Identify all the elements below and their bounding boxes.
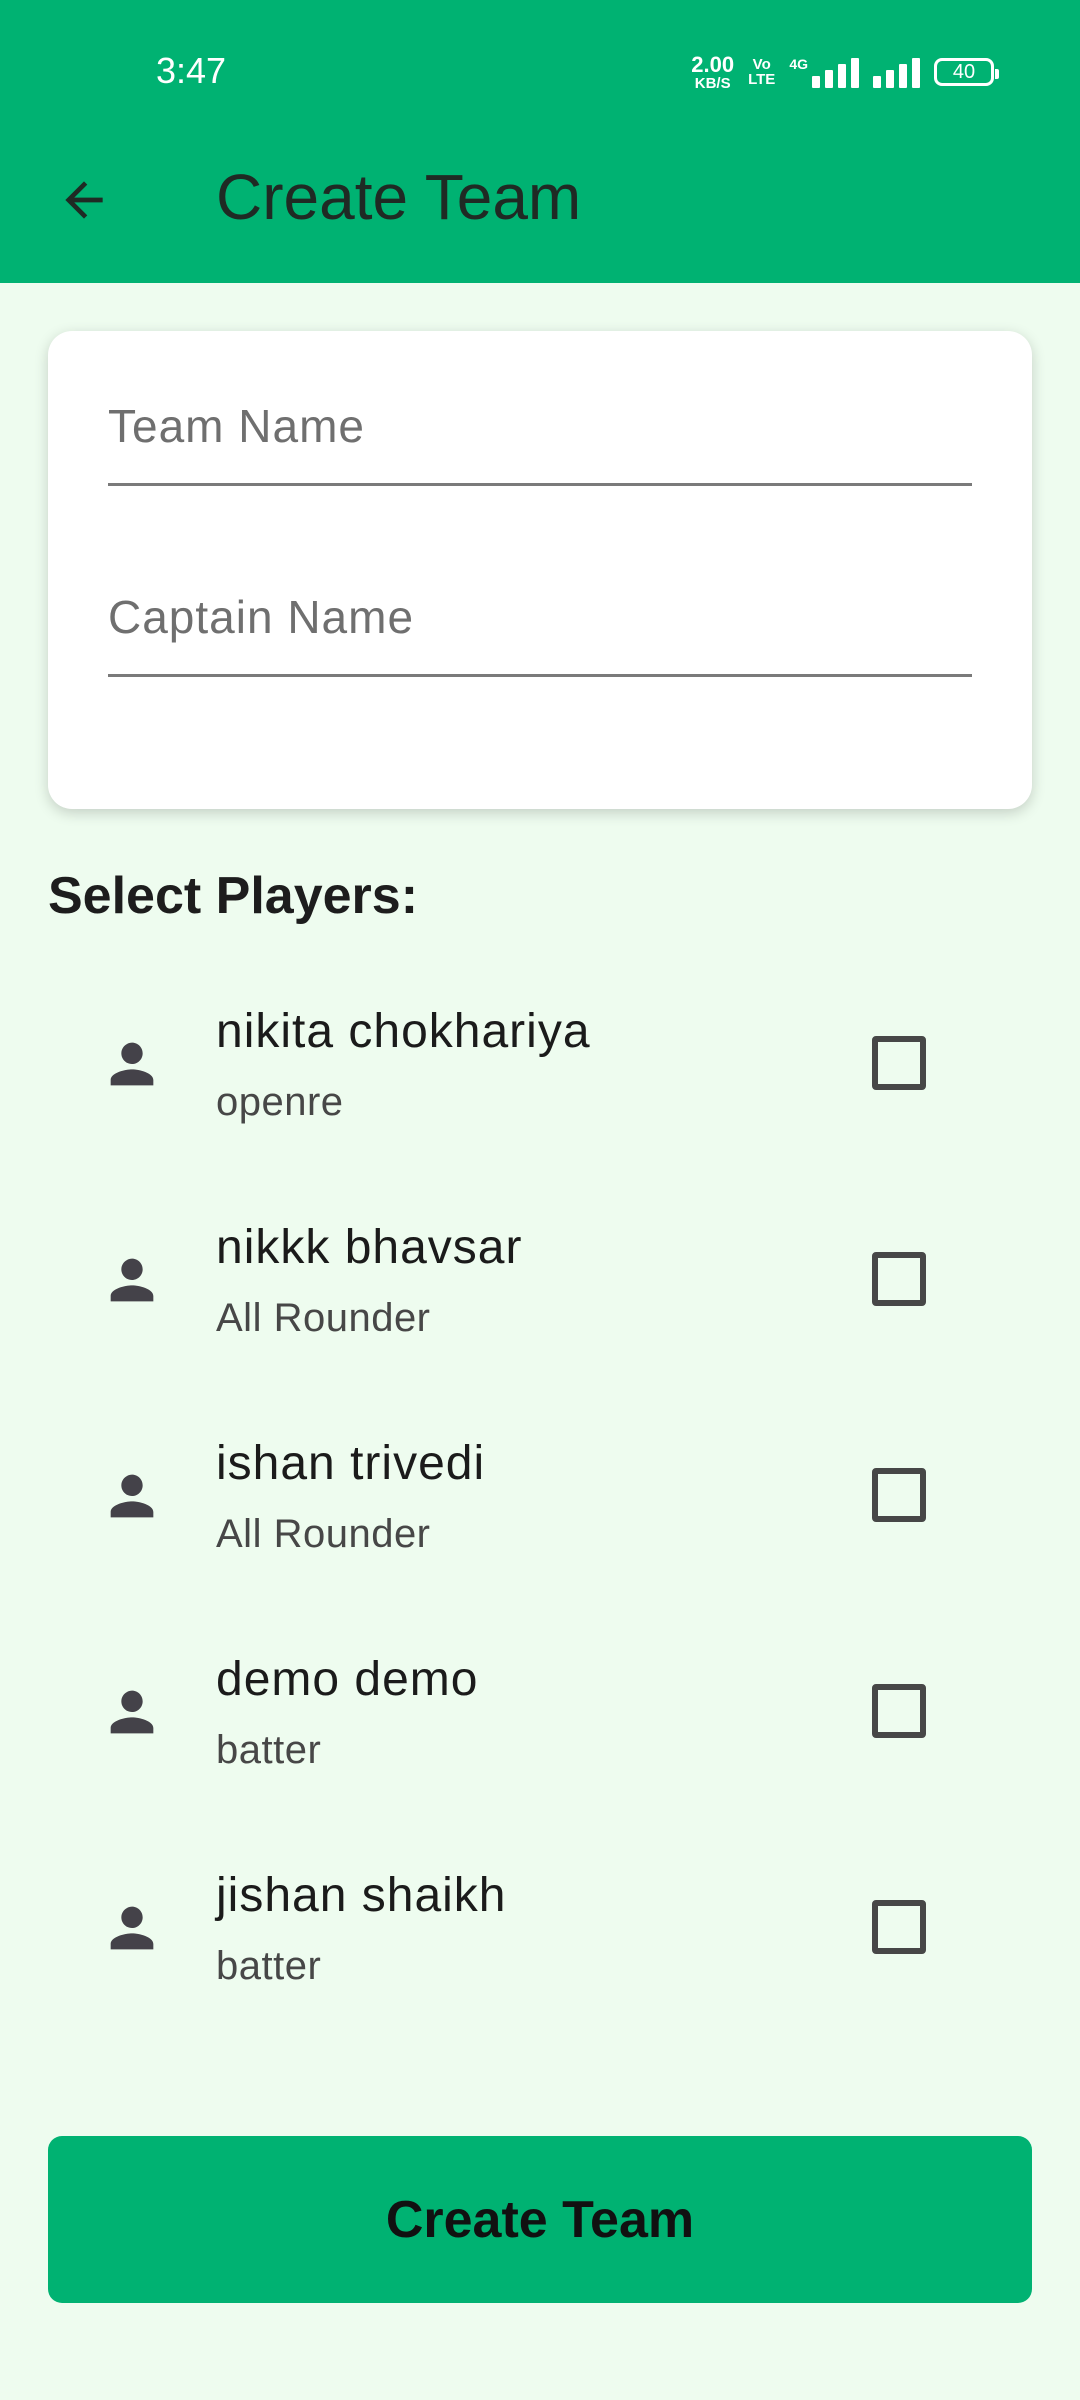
team-form-card xyxy=(48,331,1032,809)
team-name-underline xyxy=(108,483,972,486)
player-item[interactable]: ishan trivedi All Rounder xyxy=(0,1394,1080,1610)
player-checkbox[interactable] xyxy=(872,1252,926,1306)
player-checkbox[interactable] xyxy=(872,1036,926,1090)
signal-4g-label: 4G xyxy=(789,56,808,72)
person-icon xyxy=(110,1906,154,1950)
player-checkbox[interactable] xyxy=(872,1900,926,1954)
team-name-field[interactable] xyxy=(108,366,972,486)
status-bar: 3:47 2.00 KB/S Vo LTE 4G 40 xyxy=(0,0,1080,140)
player-role: batter xyxy=(216,1728,322,1772)
player-item[interactable]: jishan shaikh batter xyxy=(0,1826,1080,2042)
volte-bottom: LTE xyxy=(748,71,776,88)
network-speed: 2.00 KB/S xyxy=(691,51,735,92)
signal-bars-2-icon xyxy=(873,56,920,88)
player-role: All Rounder xyxy=(216,1512,431,1556)
status-icons: 2.00 KB/S Vo LTE 4G 40 xyxy=(691,50,999,94)
battery-level: 40 xyxy=(952,60,976,83)
page-title: Create Team xyxy=(216,161,582,233)
signal-4g-icon: 4G xyxy=(789,56,859,88)
create-team-button[interactable]: Create Team xyxy=(48,2136,1032,2303)
network-speed-value: 2.00 xyxy=(691,51,735,77)
network-speed-unit: KB/S xyxy=(694,74,731,92)
app-bar: 3:47 2.00 KB/S Vo LTE 4G 40 Create Team xyxy=(0,0,1080,283)
person-icon xyxy=(110,1690,154,1734)
player-name: ishan trivedi xyxy=(216,1437,486,1490)
person-icon xyxy=(110,1474,154,1518)
captain-name-field[interactable] xyxy=(108,557,972,677)
captain-name-input[interactable] xyxy=(108,557,972,677)
player-item[interactable]: nikkk bhavsar All Rounder xyxy=(0,1178,1080,1394)
player-name: nikita chokhariya xyxy=(216,1005,591,1058)
person-icon xyxy=(110,1042,154,1086)
volte-icon: Vo LTE xyxy=(748,57,775,87)
player-checkbox[interactable] xyxy=(872,1684,926,1738)
status-time: 3:47 xyxy=(156,50,227,91)
player-role: batter xyxy=(216,1944,322,1988)
volte-top: Vo xyxy=(752,56,771,73)
signal-bars-icon xyxy=(812,56,859,88)
player-checkbox[interactable] xyxy=(872,1468,926,1522)
player-name: jishan shaikh xyxy=(216,1869,507,1922)
back-button[interactable] xyxy=(52,168,116,232)
arrow-left-icon xyxy=(65,181,103,219)
player-item[interactable]: nikita chokhariya openre xyxy=(0,962,1080,1178)
battery-icon: 40 xyxy=(934,58,999,86)
player-name: nikkk bhavsar xyxy=(216,1221,523,1274)
player-name: demo demo xyxy=(216,1653,479,1706)
captain-name-underline xyxy=(108,674,972,677)
select-players-heading: Select Players: xyxy=(48,867,419,925)
player-item[interactable]: demo demo batter xyxy=(0,1610,1080,1826)
player-role: All Rounder xyxy=(216,1296,431,1340)
person-icon xyxy=(110,1258,154,1302)
player-role: openre xyxy=(216,1080,344,1124)
team-name-input[interactable] xyxy=(108,366,972,486)
